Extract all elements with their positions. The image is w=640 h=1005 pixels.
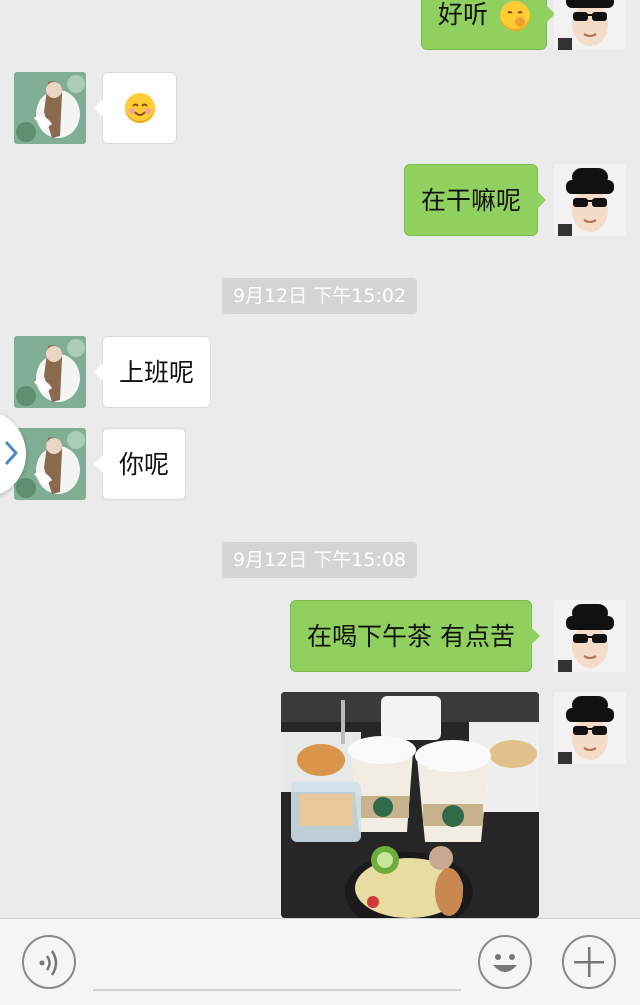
my-avatar[interactable] <box>554 164 626 236</box>
emoji-face-icon <box>499 1 530 31</box>
smiling-face-icon <box>124 93 155 123</box>
message-bubble-outgoing[interactable]: 在干嘛呢 <box>404 164 547 236</box>
message-bubble-outgoing[interactable]: 在喝下午茶 有点苦 <box>290 600 540 672</box>
my-avatar[interactable] <box>554 692 626 764</box>
input-toolbar <box>0 918 640 1005</box>
message-bubble-incoming[interactable]: 你呢 <box>93 428 187 500</box>
message-text: 好听 <box>438 0 489 29</box>
voice-button[interactable] <box>22 935 76 989</box>
message-text: 上班呢 <box>119 358 195 387</box>
timestamp: 9月12日 下午15:02 <box>222 278 417 314</box>
message-text: 你呢 <box>119 450 170 479</box>
plus-button[interactable] <box>562 935 616 989</box>
friend-avatar[interactable] <box>14 336 86 408</box>
emoji-button[interactable] <box>478 935 532 989</box>
message-text: 在喝下午茶 有点苦 <box>307 622 515 651</box>
timestamp: 9月12日 下午15:08 <box>222 542 417 578</box>
message-bubble-incoming[interactable] <box>94 72 177 144</box>
chat-area[interactable]: 好听 在干嘛呢 9月12日 下午15:02 上班呢 你呢 9月12日 下午15:… <box>0 0 640 918</box>
message-text: 在干嘛呢 <box>421 186 522 215</box>
chevron-right-icon <box>4 440 19 472</box>
message-bubble-outgoing[interactable]: 好听 <box>421 0 555 50</box>
my-avatar[interactable] <box>554 0 626 50</box>
photo-message[interactable] <box>281 692 539 918</box>
friend-avatar[interactable] <box>14 72 86 144</box>
my-avatar[interactable] <box>554 600 626 672</box>
message-input[interactable] <box>93 989 461 991</box>
message-bubble-incoming[interactable]: 上班呢 <box>93 336 212 408</box>
